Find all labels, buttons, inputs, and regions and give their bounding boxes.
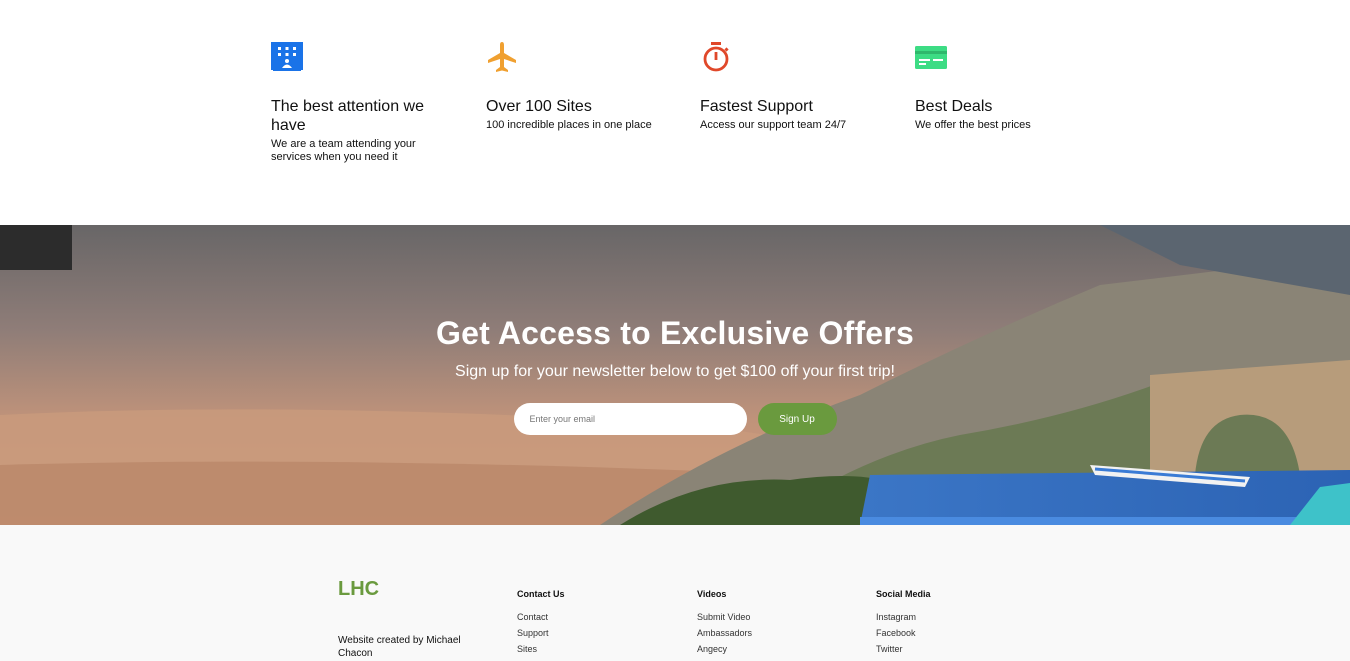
feature-description: Access our support team 24/7 (700, 119, 847, 131)
feature-description: 100 incredible places in one place (486, 119, 652, 131)
signup-form: Sign Up (0, 403, 1350, 435)
footer-logo[interactable]: LHC (338, 578, 379, 601)
footer-link-item: Facebook (876, 625, 1026, 641)
sign-up-button[interactable]: Sign Up (757, 403, 837, 435)
footer-link-item: Angecy (697, 641, 847, 657)
feature-attention: The best attention we have We are a team… (271, 41, 451, 164)
footer-column-heading: Videos (697, 589, 727, 599)
footer-link-support[interactable]: Support (517, 628, 549, 638)
feature-title: The best attention we have (271, 98, 424, 134)
hotel-icon (271, 42, 303, 71)
footer-column-videos: Videos Submit Video Ambassadors Angecy (697, 588, 847, 657)
email-input[interactable] (513, 403, 747, 435)
footer-link-item: Contact (517, 609, 667, 625)
footer-link-item: Twitter (876, 641, 1026, 657)
footer-link-item: Submit Video (697, 609, 847, 625)
footer-credit: Website created by Michael Chacon (338, 635, 461, 659)
footer-link-item: Support (517, 625, 667, 641)
footer-link-item: Sites (517, 641, 667, 657)
footer-column-heading: Contact Us (517, 589, 565, 599)
footer-link-twitter[interactable]: Twitter (876, 644, 903, 654)
newsletter-content: Get Access to Exclusive Offers Sign up f… (0, 313, 1350, 435)
newsletter-subtitle: Sign up for your newsletter below to get… (455, 363, 895, 380)
feature-description: We are a team attending your services wh… (271, 138, 416, 163)
footer-link-contact[interactable]: Contact (517, 612, 548, 622)
footer-link-facebook[interactable]: Facebook (876, 628, 916, 638)
newsletter-title: Get Access to Exclusive Offers (436, 315, 914, 351)
feature-description: We offer the best prices (915, 119, 1031, 131)
feature-deals: Best Deals We offer the best prices (915, 41, 1095, 132)
footer-link-item: Ambassadors (697, 625, 847, 641)
newsletter-hero: Get Access to Exclusive Offers Sign up f… (0, 225, 1350, 525)
features-section: The best attention we have We are a team… (0, 0, 1350, 225)
footer-column-contact: Contact Us Contact Support Sites (517, 588, 667, 657)
footer-link-ambassadors[interactable]: Ambassadors (697, 628, 752, 638)
feature-support: Fastest Support Access our support team … (700, 41, 880, 132)
feature-title: Over 100 Sites (486, 98, 592, 115)
footer-link-submit-video[interactable]: Submit Video (697, 612, 750, 622)
stopwatch-icon (703, 42, 729, 72)
footer-link-item: Instagram (876, 609, 1026, 625)
footer: LHC Website created by Michael Chacon Co… (0, 525, 1350, 661)
feature-title: Best Deals (915, 98, 993, 115)
feature-title: Fastest Support (700, 98, 813, 115)
footer-column-heading: Social Media (876, 589, 931, 599)
footer-link-instagram[interactable]: Instagram (876, 612, 916, 622)
footer-column-social: Social Media Instagram Facebook Twitter (876, 588, 1026, 657)
footer-link-angecy[interactable]: Angecy (697, 644, 727, 654)
airplane-icon (488, 42, 516, 72)
credit-card-icon (915, 46, 947, 69)
footer-link-sites[interactable]: Sites (517, 644, 537, 654)
feature-sites: Over 100 Sites 100 incredible places in … (486, 41, 666, 132)
